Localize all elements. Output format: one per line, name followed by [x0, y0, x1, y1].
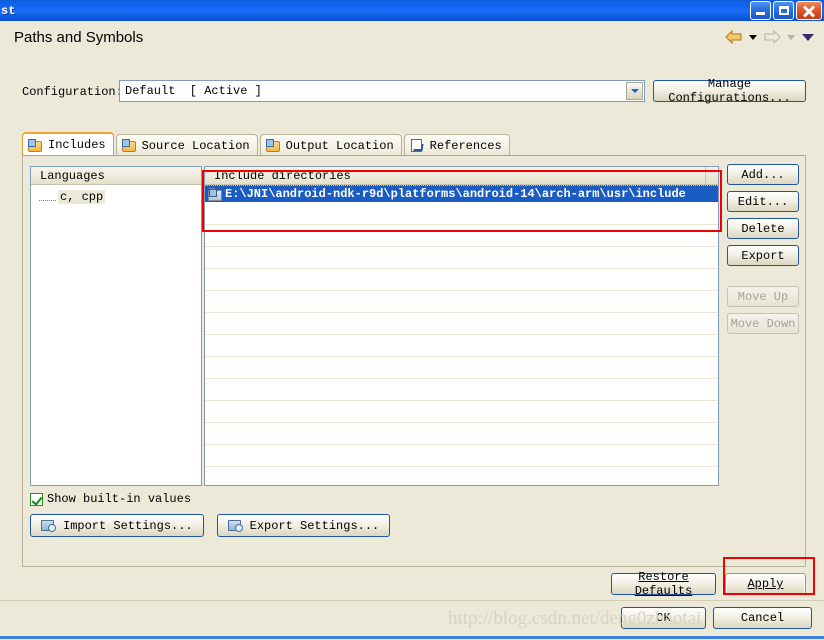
import-settings-label: Import Settings... [63, 518, 193, 533]
maximize-icon[interactable] [773, 1, 794, 20]
checkbox-checked-icon[interactable] [30, 492, 43, 506]
include-actions: Add... Edit... Delete Export Move Up Mov… [727, 164, 801, 340]
tab-bar: Includes Source Location Output Location… [22, 132, 806, 156]
tab-source-location[interactable]: Source Location [115, 134, 258, 156]
window-controls [750, 1, 822, 20]
ok-button[interactable]: OK [621, 607, 706, 629]
edit-button[interactable]: Edit... [727, 191, 799, 212]
dialog-action-row: Restore Defaults Apply [22, 570, 806, 598]
table-row[interactable] [205, 269, 718, 291]
back-history-chevron-down-icon[interactable] [749, 34, 757, 40]
manage-configurations-button[interactable]: Manage Configurations... [653, 77, 806, 105]
export-button[interactable]: Export [727, 245, 799, 266]
include-folder-icon [208, 187, 223, 201]
references-page-icon [410, 139, 425, 152]
tree-connector-icon [39, 199, 56, 201]
export-settings-label: Export Settings... [249, 518, 380, 533]
include-directory-path: E:\JNI\android-ndk-r9d\platforms\android… [225, 187, 686, 201]
tab-references-label: References [429, 138, 502, 153]
tab-includes[interactable]: Includes [22, 132, 114, 156]
header-navigation [724, 28, 816, 46]
apply-button[interactable]: Apply [725, 573, 806, 595]
button-group-spacer [727, 272, 801, 286]
tab-includes-label: Includes [48, 138, 106, 152]
dialog-window: st Paths and Symbols Configuration: Defa… [0, 0, 824, 640]
restore-defaults-button[interactable]: Restore Defaults [611, 570, 716, 598]
includes-tab-panel: Languages c, cpp Include directories E:\… [22, 155, 806, 567]
dialog-header: Paths and Symbols [0, 21, 824, 56]
table-row[interactable] [205, 401, 718, 423]
page-title: Paths and Symbols [14, 29, 144, 46]
back-arrow-icon[interactable] [724, 28, 744, 46]
export-settings-button[interactable]: Export Settings... [216, 514, 391, 537]
export-icon [227, 519, 244, 533]
configuration-label: Configuration: [22, 85, 123, 99]
dialog-footer: OK Cancel [0, 600, 824, 640]
settings-buttons: Import Settings... Export Settings... [30, 514, 391, 537]
configuration-value: Default [ Active ] [125, 84, 262, 98]
languages-header: Languages [31, 167, 201, 185]
configuration-row: Configuration: Default [ Active ] Manage… [22, 77, 806, 105]
move-up-button: Move Up [727, 286, 799, 307]
tab-references[interactable]: References [403, 134, 510, 156]
output-location-folder-icon [265, 139, 281, 152]
languages-item-label: c, cpp [58, 190, 106, 204]
table-row[interactable] [205, 445, 718, 467]
apply-label: Apply [747, 577, 784, 591]
include-directories-header: Include directories [205, 167, 718, 185]
dialog-body: Configuration: Default [ Active ] Manage… [0, 55, 824, 600]
table-row[interactable] [205, 313, 718, 335]
tab-output-location-label: Output Location [285, 138, 394, 153]
tab-output-location[interactable]: Output Location [259, 134, 402, 156]
import-icon [41, 519, 57, 533]
table-row[interactable] [205, 291, 718, 313]
source-location-folder-icon [121, 139, 137, 152]
show-builtin-values-label: Show built-in values [47, 492, 192, 506]
include-empty-rows [205, 203, 718, 485]
show-builtin-values-checkbox[interactable]: Show built-in values [30, 492, 191, 506]
include-directories-panel[interactable]: Include directories E:\JNI\android-ndk-r… [204, 166, 719, 486]
table-row[interactable] [205, 379, 718, 401]
table-row[interactable] [205, 203, 718, 225]
chevron-down-icon[interactable] [626, 82, 643, 100]
languages-panel[interactable]: Languages c, cpp [30, 166, 202, 486]
table-row[interactable] [205, 247, 718, 269]
tab-source-location-label: Source Location [141, 138, 250, 153]
view-menu-chevron-down-icon[interactable] [802, 33, 814, 41]
include-directory-row[interactable]: E:\JNI\android-ndk-r9d\platforms\android… [205, 185, 718, 202]
close-icon[interactable] [796, 1, 822, 20]
includes-folder-icon [28, 138, 43, 152]
languages-list-item[interactable]: c, cpp [31, 189, 201, 205]
minimize-icon[interactable] [750, 1, 771, 20]
forward-arrow-icon [762, 28, 782, 46]
table-row[interactable] [205, 357, 718, 379]
delete-button[interactable]: Delete [727, 218, 799, 239]
configuration-select[interactable]: Default [ Active ] [119, 80, 645, 102]
move-down-button: Move Down [727, 313, 799, 334]
cancel-button[interactable]: Cancel [713, 607, 812, 629]
table-row[interactable] [205, 423, 718, 445]
add-button[interactable]: Add... [727, 164, 799, 185]
forward-history-chevron-down-icon [787, 34, 795, 40]
table-row[interactable] [205, 335, 718, 357]
restore-defaults-label: Restore Defaults [634, 570, 693, 598]
window-titlebar: st [0, 0, 824, 21]
table-row[interactable] [205, 225, 718, 247]
window-title: st [1, 3, 16, 18]
import-settings-button[interactable]: Import Settings... [30, 514, 204, 537]
